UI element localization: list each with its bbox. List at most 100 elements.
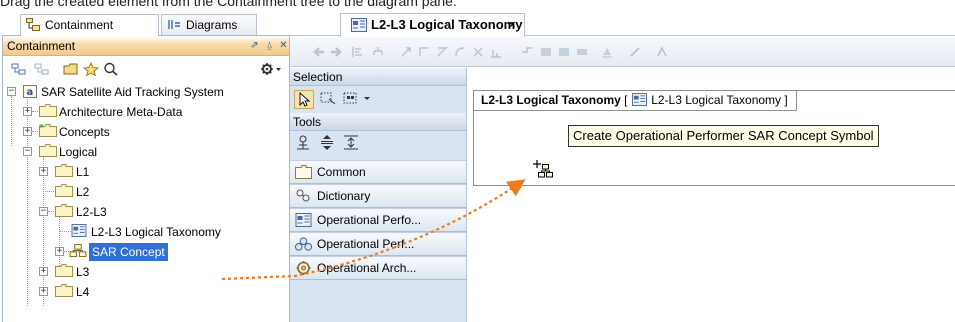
operational-performer-icon xyxy=(69,244,87,257)
package-icon xyxy=(55,164,73,177)
tree-item-label: L2 xyxy=(76,185,90,199)
tree-item-label: L3 xyxy=(76,265,90,279)
hierarchic-layout-icon[interactable] xyxy=(400,46,412,58)
palette-group-selection[interactable]: Selection xyxy=(290,68,466,86)
containment-title: Containment xyxy=(7,39,76,53)
tree-item-sar-system[interactable]: − a SAR Satellite Aid Tracking System xyxy=(3,82,289,102)
circular-layout-icon[interactable] xyxy=(454,46,466,58)
sort-tool[interactable] xyxy=(318,134,338,153)
close-icon[interactable]: ✕ xyxy=(278,40,289,51)
options-icon[interactable] xyxy=(260,62,282,76)
palette-item-operational-performer[interactable]: Operational Perf... xyxy=(290,232,466,256)
tree-line xyxy=(59,231,71,232)
tab-label: L2-L3 Logical Taxonomy xyxy=(371,17,523,32)
favorite-icon[interactable] xyxy=(83,62,99,76)
tree-item-l2[interactable]: L2 xyxy=(3,182,289,202)
tab-containment[interactable]: Containment xyxy=(20,14,159,36)
forward-icon[interactable] xyxy=(330,46,342,58)
expand-toggle[interactable]: + xyxy=(39,287,48,296)
collapse-toggle[interactable]: − xyxy=(23,147,32,156)
shape-size-icon[interactable] xyxy=(540,46,552,58)
resize-icon[interactable] xyxy=(576,46,588,58)
expand-toggle[interactable]: + xyxy=(55,247,64,256)
tree-layout-icon[interactable] xyxy=(372,46,384,58)
instruction-text: Drag the created element from the Contai… xyxy=(0,0,457,9)
tree-item-l2-l3-logical-taxonomy[interactable]: L2-L3 Logical Taxonomy xyxy=(3,222,289,242)
svg-text:a: a xyxy=(27,87,34,98)
route-icon[interactable] xyxy=(521,46,533,58)
marquee-select-tool[interactable] xyxy=(318,90,338,109)
expand-toggle[interactable]: + xyxy=(23,127,32,136)
tab-diagrams[interactable]: Diagrams xyxy=(161,14,257,36)
make-same-size-icon[interactable] xyxy=(558,46,570,58)
package-icon xyxy=(39,104,57,117)
expand-toggle[interactable]: + xyxy=(39,267,48,276)
font-color-icon[interactable] xyxy=(656,46,668,58)
palette-item-label: Common xyxy=(317,165,366,179)
fill-color-icon[interactable] xyxy=(601,46,613,58)
select-in-area-tool[interactable] xyxy=(342,90,374,109)
palette-item-dictionary[interactable]: Dictionary xyxy=(290,184,466,208)
package-icon xyxy=(39,124,57,137)
containment-tree: − a SAR Satellite Aid Tracking System + … xyxy=(3,82,289,322)
tab-diagrams-label: Diagrams xyxy=(186,18,238,32)
search-icon[interactable] xyxy=(103,62,119,76)
symbol-properties-tool[interactable] xyxy=(294,134,314,153)
palette-item-operational-performer-diagram[interactable]: Operational Perfo... xyxy=(290,208,466,232)
tree-item-label: SAR Satellite Aid Tracking System xyxy=(41,85,224,99)
back-icon[interactable] xyxy=(313,46,325,58)
containment-icon xyxy=(26,18,40,31)
marquee-icon xyxy=(320,92,336,105)
diagram-icon xyxy=(631,93,647,106)
pointer-tool[interactable] xyxy=(294,90,314,109)
palette-item-label: Dictionary xyxy=(317,189,371,203)
palette-item-operational-architecture[interactable]: Operational Arch... xyxy=(290,256,466,280)
drag-cursor-icon xyxy=(533,160,553,178)
diagram-canvas[interactable]: L2-L3 Logical Taxonomy [ L2-L3 Logical T… xyxy=(468,68,955,322)
layout-icon[interactable] xyxy=(352,46,364,58)
align-icon[interactable] xyxy=(490,46,502,58)
tree-item-l4[interactable]: + L4 xyxy=(3,282,289,302)
tab-l2-l3-logical-taxonomy[interactable]: L2-L3 Logical Taxonomy × xyxy=(340,13,525,37)
palette-group-tools[interactable]: Tools xyxy=(290,113,466,131)
collapse-toggle[interactable]: − xyxy=(7,87,16,96)
package-icon xyxy=(55,184,73,197)
diagram-icon xyxy=(351,18,367,32)
diagram-icon xyxy=(295,213,312,227)
line-color-icon[interactable] xyxy=(629,46,641,58)
expand-toggle[interactable]: + xyxy=(39,167,48,176)
orthogonal-layout-icon[interactable] xyxy=(418,46,430,58)
tree-item-concepts[interactable]: + Concepts xyxy=(3,122,289,142)
diagram-editor: L2-L3 Logical Taxonomy × Selection Tools… xyxy=(290,10,955,322)
tree-item-l3[interactable]: + L3 xyxy=(3,262,289,282)
package-icon xyxy=(55,204,73,217)
instruction-caption: Drag the created element from the Contai… xyxy=(0,0,955,10)
collapse-toggle[interactable]: − xyxy=(39,207,48,216)
collapse-all-icon[interactable] xyxy=(11,62,27,76)
dictionary-icon xyxy=(296,189,310,202)
tree-item-label: L2-L3 Logical Taxonomy xyxy=(91,225,221,239)
tab-close-icon[interactable]: × xyxy=(508,14,516,36)
tree-item-logical[interactable]: − Logical xyxy=(3,142,289,162)
package-icon xyxy=(55,284,73,297)
distribute-tool[interactable] xyxy=(342,134,362,153)
pin-icon[interactable]: ⍙ xyxy=(264,40,275,51)
organic-layout-icon[interactable] xyxy=(472,46,484,58)
palette-item-common[interactable]: Common xyxy=(290,160,466,184)
folder-new-icon[interactable] xyxy=(63,62,79,76)
distribute-icon xyxy=(344,135,358,150)
tree-item-l1[interactable]: + L1 xyxy=(3,162,289,182)
tree-item-architecture-meta-data[interactable]: + Architecture Meta-Data xyxy=(3,102,289,122)
select-area-icon xyxy=(343,92,370,104)
undock-icon[interactable]: ⇗ xyxy=(249,40,260,51)
tree-item-l2-l3[interactable]: − L2-L3 xyxy=(3,202,289,222)
package-icon xyxy=(39,144,57,157)
expand-all-icon[interactable] xyxy=(34,62,50,76)
tree-item-sar-concept[interactable]: + SAR Concept xyxy=(3,242,289,262)
operational-performer-icon xyxy=(295,237,312,251)
expand-toggle[interactable]: + xyxy=(23,107,32,116)
tree-item-label: Concepts xyxy=(59,125,110,139)
grid-layout-icon[interactable] xyxy=(436,46,448,58)
diagram-icon xyxy=(71,224,87,237)
diagrams-icon xyxy=(168,20,180,29)
